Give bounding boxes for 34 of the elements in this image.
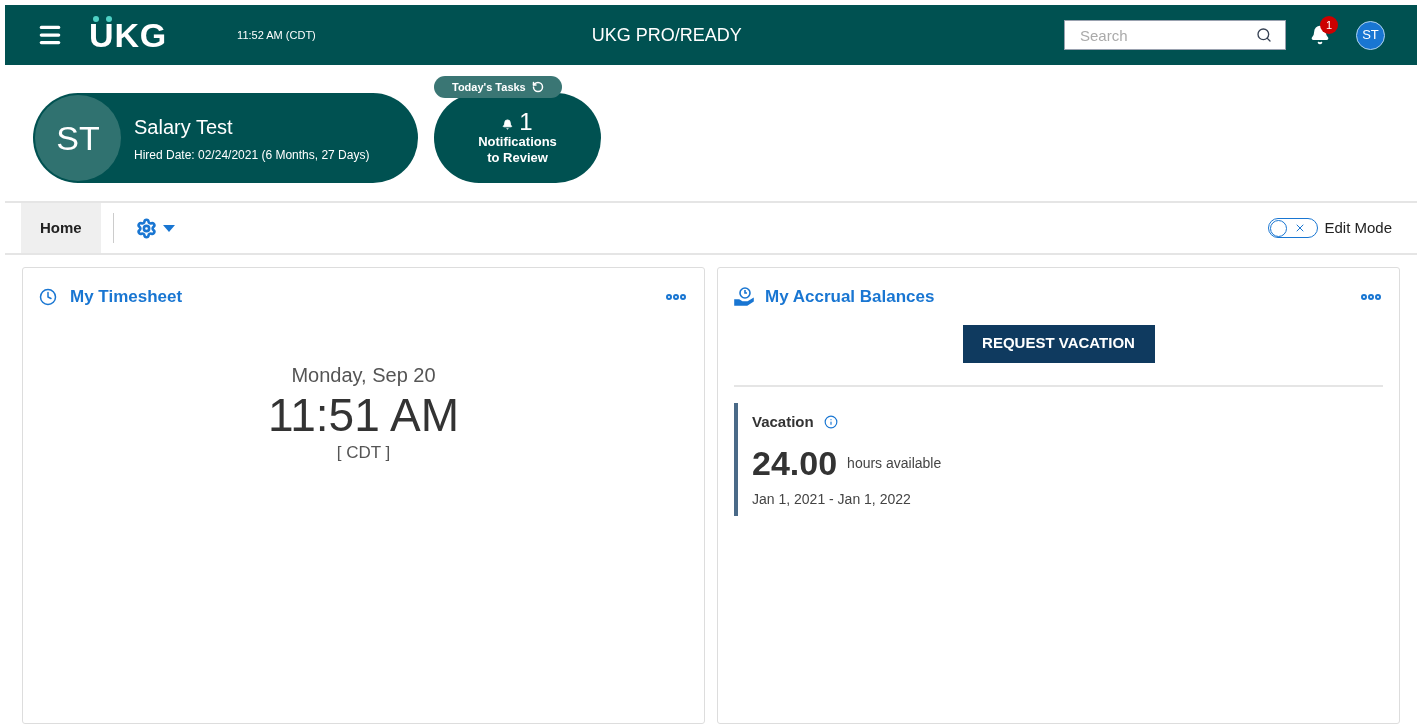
caret-icon: [162, 224, 175, 232]
clock-time: 11:51 AM: [268, 389, 459, 440]
tasks-badge[interactable]: Today's Tasks: [434, 76, 562, 98]
notifications-card[interactable]: 1 Notifications to Review: [434, 93, 601, 183]
logo: UKG: [89, 18, 168, 52]
clock-icon: [39, 287, 57, 306]
current-time: 11:52 AM (CDT): [237, 27, 316, 43]
hand-clock-icon: [734, 286, 754, 307]
edit-mode-toggle[interactable]: [1268, 218, 1319, 238]
accrual-unit: hours available: [847, 453, 942, 473]
card-title: My Accrual Balances: [765, 286, 935, 308]
profile-avatar: ST: [35, 95, 121, 181]
gear-icon: [135, 217, 157, 239]
clock-date: Monday, Sep 20: [291, 362, 436, 388]
edit-mode-label: Edit Mode: [1324, 217, 1392, 238]
user-avatar[interactable]: ST: [1356, 20, 1385, 50]
notification-badge: 1: [1320, 16, 1338, 34]
search-icon[interactable]: [1256, 27, 1272, 43]
info-icon[interactable]: [823, 414, 838, 429]
request-vacation-button[interactable]: REQUEST VACATION: [962, 324, 1155, 363]
accrual-hours: 24.00: [752, 443, 838, 483]
home-tab[interactable]: Home: [21, 203, 101, 253]
search-field[interactable]: Search: [1064, 20, 1286, 50]
notifications-label: Notifications to Review: [477, 134, 558, 166]
hired-date: Hired Date: 02/24/2021 (6 Months, 27 Days): [134, 147, 370, 164]
app-title: UKG PRO/READY: [591, 23, 742, 47]
card-title: My Timesheet: [70, 286, 183, 308]
bell-icon: [502, 119, 514, 130]
accrual-period: Jan 1, 2021 - Jan 1, 2022: [752, 490, 912, 509]
employee-name: Salary Test: [134, 115, 234, 140]
time-zone: [ CDT ]: [336, 441, 391, 464]
notification-count: 1: [519, 110, 533, 134]
accrual-name: Vacation: [752, 411, 814, 432]
settings-dropdown[interactable]: [135, 217, 175, 239]
